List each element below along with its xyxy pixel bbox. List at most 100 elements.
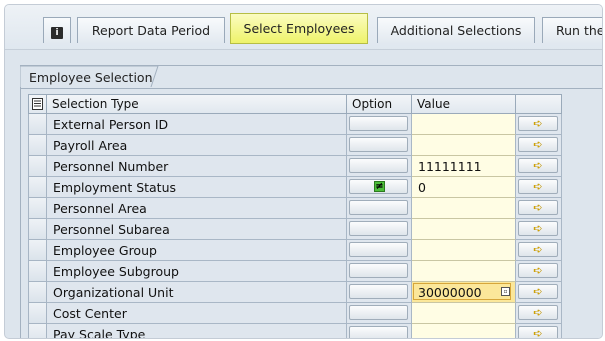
option-button[interactable] xyxy=(349,221,408,236)
row-spacer xyxy=(562,303,582,324)
value-field[interactable] xyxy=(412,240,516,261)
option-cell xyxy=(347,198,412,219)
multiple-selection-button[interactable]: ➪ xyxy=(518,179,558,194)
multiple-selection-button[interactable]: ➪ xyxy=(518,116,558,131)
multiple-selection-button[interactable]: ➪ xyxy=(518,263,558,278)
info-icon: i xyxy=(51,27,63,39)
row-selector[interactable] xyxy=(28,282,47,303)
value-field[interactable] xyxy=(412,219,516,240)
row-spacer xyxy=(562,282,582,303)
arrow-right-icon: ➪ xyxy=(533,138,543,151)
arrow-right-icon: ➪ xyxy=(533,222,543,235)
row-selector[interactable] xyxy=(28,198,47,219)
row-selector[interactable] xyxy=(28,324,47,338)
value-field[interactable]: 11111111 xyxy=(412,156,516,177)
row-spacer xyxy=(562,240,582,261)
option-cell xyxy=(347,282,412,303)
tab-strip: i Report Data Period Select Employees Ad… xyxy=(5,5,602,50)
tab-info[interactable]: i xyxy=(43,17,71,43)
value-field[interactable] xyxy=(412,135,516,156)
multiple-selection-button[interactable]: ➪ xyxy=(518,158,558,173)
table-row: External Person ID ➪ xyxy=(28,114,582,135)
table-row: Organizational Unit 30000000 ▫ ➪ xyxy=(28,282,582,303)
tab-label: Run the xyxy=(556,23,603,38)
not-equal-icon: ≠ xyxy=(374,181,385,192)
selection-type-cell: Personnel Number xyxy=(47,156,347,177)
option-cell xyxy=(347,240,412,261)
row-selector[interactable] xyxy=(28,135,47,156)
value-field[interactable] xyxy=(412,198,516,219)
row-selector[interactable] xyxy=(28,114,47,135)
option-cell xyxy=(347,135,412,156)
row-selector[interactable] xyxy=(28,177,47,198)
row-selector[interactable] xyxy=(28,156,47,177)
option-button[interactable] xyxy=(349,158,408,173)
option-button[interactable] xyxy=(349,326,408,338)
selection-type-cell: Personnel Subarea xyxy=(47,219,347,240)
selection-type-cell: Payroll Area xyxy=(47,135,347,156)
arrow-right-icon: ➪ xyxy=(533,201,543,214)
multiple-selection-cell: ➪ xyxy=(516,282,562,303)
selection-type-cell: Personnel Area xyxy=(47,198,347,219)
table-row: Personnel Area ➪ xyxy=(28,198,582,219)
row-spacer xyxy=(562,261,582,282)
value-field[interactable] xyxy=(412,303,516,324)
tab-additional-selections[interactable]: Additional Selections xyxy=(377,17,535,43)
row-spacer xyxy=(562,114,582,135)
row-spacer xyxy=(562,135,582,156)
multiple-selection-button[interactable]: ➪ xyxy=(518,305,558,320)
value-field[interactable] xyxy=(412,114,516,135)
multiple-selection-cell: ➪ xyxy=(516,261,562,282)
value-field[interactable]: 30000000 ▫ xyxy=(412,282,516,303)
option-button[interactable] xyxy=(349,263,408,278)
value-help-icon[interactable]: ▫ xyxy=(501,287,510,296)
option-button[interactable] xyxy=(349,284,408,299)
group-title: Employee Selection xyxy=(29,70,153,85)
option-button[interactable] xyxy=(349,242,408,257)
table-row: Employment Status ≠ 0 ➪ xyxy=(28,177,582,198)
tab-label: Additional Selections xyxy=(390,23,522,38)
table-row: Payroll Area ➪ xyxy=(28,135,582,156)
tab-run[interactable]: Run the xyxy=(542,17,603,43)
value-field[interactable] xyxy=(412,324,516,338)
selection-type-cell: Cost Center xyxy=(47,303,347,324)
option-button[interactable] xyxy=(349,200,408,215)
multiple-selection-button[interactable]: ➪ xyxy=(518,326,558,339)
value-field[interactable] xyxy=(412,261,516,282)
multiple-selection-cell: ➪ xyxy=(516,114,562,135)
select-all-button[interactable] xyxy=(28,94,47,114)
tab-select-employees[interactable]: Select Employees xyxy=(230,13,368,44)
option-button[interactable]: ≠ xyxy=(349,179,408,194)
multiple-selection-button[interactable]: ➪ xyxy=(518,137,558,152)
option-button[interactable] xyxy=(349,137,408,152)
value-text: 0 xyxy=(418,180,426,195)
multiple-selection-button[interactable]: ➪ xyxy=(518,200,558,215)
row-spacer xyxy=(562,198,582,219)
selection-type-cell: External Person ID xyxy=(47,114,347,135)
multiple-selection-cell: ➪ xyxy=(516,177,562,198)
table-row: Cost Center ➪ xyxy=(28,303,582,324)
focus-outline xyxy=(413,283,511,300)
table-row: Personnel Subarea ➪ xyxy=(28,219,582,240)
table-settings-icon xyxy=(32,98,43,110)
multiple-selection-button[interactable]: ➪ xyxy=(518,284,558,299)
row-selector[interactable] xyxy=(28,219,47,240)
multiple-selection-cell: ➪ xyxy=(516,135,562,156)
multiple-selection-cell: ➪ xyxy=(516,324,562,339)
option-button[interactable] xyxy=(349,116,408,131)
row-selector[interactable] xyxy=(28,303,47,324)
selection-type-cell: Organizational Unit xyxy=(47,282,347,303)
multiple-selection-cell: ➪ xyxy=(516,156,562,177)
tab-label: Report Data Period xyxy=(91,23,211,38)
selection-screen: i Report Data Period Select Employees Ad… xyxy=(4,4,603,339)
arrow-right-icon: ➪ xyxy=(533,327,543,339)
multiple-selection-button[interactable]: ➪ xyxy=(518,242,558,257)
tab-report-data-period[interactable]: Report Data Period xyxy=(77,17,225,43)
row-selector[interactable] xyxy=(28,261,47,282)
option-button[interactable] xyxy=(349,305,408,320)
row-selector[interactable] xyxy=(28,240,47,261)
selection-type-cell: Pay Scale Type xyxy=(47,324,347,338)
value-field[interactable]: 0 xyxy=(412,177,516,198)
column-header-option: Option xyxy=(347,94,412,114)
multiple-selection-button[interactable]: ➪ xyxy=(518,221,558,236)
